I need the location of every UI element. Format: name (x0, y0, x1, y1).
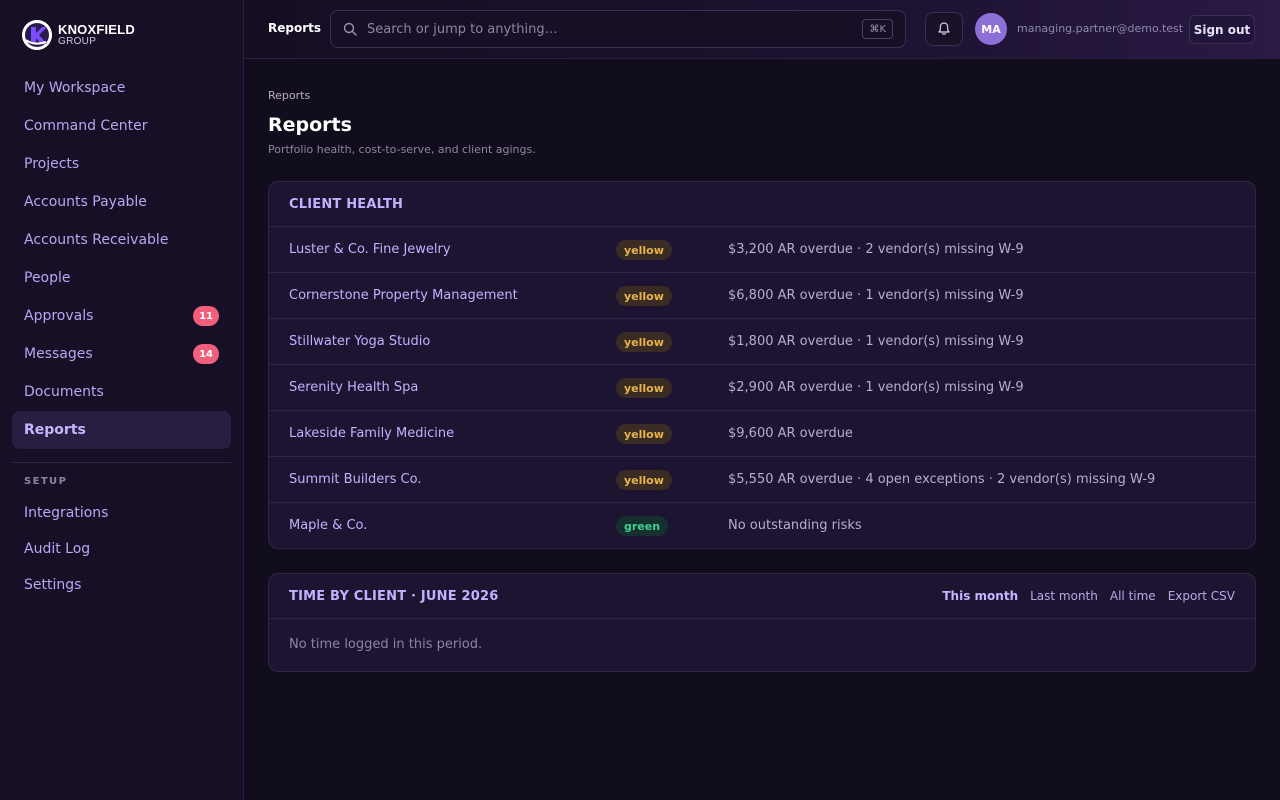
client-name[interactable]: Maple & Co. (289, 518, 367, 533)
sidebar-item-label: Command Center (24, 118, 148, 134)
global-search[interactable]: ⌘K (330, 10, 906, 48)
sidebar-item-people[interactable]: People (12, 259, 231, 297)
status-badge: yellow (616, 240, 672, 260)
sidebar-item-label: Accounts Receivable (24, 232, 169, 248)
page-title: Reports (268, 114, 352, 136)
setup-section-label: SETUP (24, 476, 68, 487)
sidebar-item-approvals[interactable]: Approvals 11 (12, 297, 231, 335)
time-by-client-header: TIME BY CLIENT · JUNE 2026 This month La… (269, 574, 1255, 619)
client-name[interactable]: Stillwater Yoga Studio (289, 334, 430, 349)
sidebar-item-reports[interactable]: Reports (12, 411, 231, 449)
sidebar-item-audit-log[interactable]: Audit Log (12, 531, 231, 567)
table-row[interactable]: Cornerstone Property Management yellow $… (269, 273, 1255, 319)
sidebar-item-my-workspace[interactable]: My Workspace (12, 69, 231, 107)
status-badge: green (616, 516, 669, 536)
sidebar-item-settings[interactable]: Settings (12, 567, 231, 603)
sidebar-item-projects[interactable]: Projects (12, 145, 231, 183)
empty-state-text: No time logged in this period. (289, 637, 483, 652)
sidebar-item-label: Accounts Payable (24, 194, 147, 210)
risk-summary: No outstanding risks (728, 518, 862, 533)
sidebar-item-accounts-payable[interactable]: Accounts Payable (12, 183, 231, 221)
search-icon (343, 22, 357, 36)
sidebar-item-label: Reports (24, 422, 86, 438)
client-name[interactable]: Cornerstone Property Management (289, 288, 518, 303)
main-nav: My Workspace Command Center Projects Acc… (12, 69, 231, 449)
client-health-title: CLIENT HEALTH (289, 196, 404, 212)
sidebar-item-label: My Workspace (24, 80, 126, 96)
sidebar-item-command-center[interactable]: Command Center (12, 107, 231, 145)
status-badge: yellow (616, 286, 672, 306)
status-badge: yellow (616, 378, 672, 398)
status-badge: yellow (616, 424, 672, 444)
brand-name: KNOXFIELD (58, 22, 135, 37)
sidebar-item-label: Settings (24, 577, 82, 593)
client-name[interactable]: Lakeside Family Medicine (289, 426, 454, 441)
sidebar-item-documents[interactable]: Documents (12, 373, 231, 411)
setup-nav: Integrations Audit Log Settings (12, 495, 231, 603)
time-by-client-title: TIME BY CLIENT · JUNE 2026 (289, 588, 499, 604)
client-health-card: CLIENT HEALTH Luster & Co. Fine Jewelry … (268, 181, 1256, 549)
tab-last-month[interactable]: Last month (1030, 589, 1098, 603)
client-name[interactable]: Serenity Health Spa (289, 380, 418, 395)
sidebar-item-label: Audit Log (24, 541, 91, 557)
messages-count-badge: 14 (193, 344, 219, 364)
client-name[interactable]: Summit Builders Co. (289, 472, 421, 487)
tab-all-time[interactable]: All time (1110, 589, 1156, 603)
sidebar-item-messages[interactable]: Messages 14 (12, 335, 231, 373)
table-row[interactable]: Summit Builders Co. yellow $5,550 AR ove… (269, 457, 1255, 503)
approvals-count-badge: 11 (193, 306, 219, 326)
tab-this-month[interactable]: This month (942, 589, 1018, 603)
sidebar-item-label: Approvals (24, 308, 94, 324)
table-row[interactable]: Stillwater Yoga Studio yellow $1,800 AR … (269, 319, 1255, 365)
sidebar-item-label: Messages (24, 346, 93, 362)
user-email: managing.partner@demo.test (1017, 22, 1184, 35)
export-csv-link[interactable]: Export CSV (1168, 589, 1235, 603)
topbar: Reports ⌘K MA managing.partner@demo.test… (244, 0, 1280, 59)
sidebar-item-accounts-receivable[interactable]: Accounts Receivable (12, 221, 231, 259)
user-avatar[interactable]: MA (975, 13, 1007, 45)
search-shortcut-hint: ⌘K (862, 19, 893, 39)
breadcrumb[interactable]: Reports (268, 89, 310, 102)
sidebar-item-label: People (24, 270, 71, 286)
table-row[interactable]: Luster & Co. Fine Jewelry yellow $3,200 … (269, 227, 1255, 273)
sidebar-item-label: Projects (24, 156, 80, 172)
client-health-header: CLIENT HEALTH (269, 182, 1255, 227)
brand-subtitle: GROUP (58, 36, 97, 47)
client-name[interactable]: Luster & Co. Fine Jewelry (289, 242, 451, 257)
sidebar-item-label: Integrations (24, 505, 109, 521)
table-row[interactable]: Maple & Co. green No outstanding risks (269, 503, 1255, 548)
page-subtitle: Portfolio health, cost-to-serve, and cli… (268, 143, 536, 156)
sidebar: KNOXFIELD GROUP My Workspace Command Cen… (0, 0, 244, 800)
risk-summary: $1,800 AR overdue · 1 vendor(s) missing … (728, 334, 1024, 349)
sign-out-button[interactable]: Sign out (1189, 15, 1255, 44)
bell-icon (938, 22, 950, 35)
status-badge: yellow (616, 332, 672, 352)
risk-summary: $6,800 AR overdue · 1 vendor(s) missing … (728, 288, 1024, 303)
search-input[interactable] (367, 21, 837, 37)
sidebar-item-label: Documents (24, 384, 104, 400)
risk-summary: $2,900 AR overdue · 1 vendor(s) missing … (728, 380, 1024, 395)
knoxfield-logo-icon (22, 20, 52, 50)
sidebar-item-integrations[interactable]: Integrations (12, 495, 231, 531)
time-by-client-card: TIME BY CLIENT · JUNE 2026 This month La… (268, 573, 1256, 672)
table-row[interactable]: Serenity Health Spa yellow $2,900 AR ove… (269, 365, 1255, 411)
table-row[interactable]: Lakeside Family Medicine yellow $9,600 A… (269, 411, 1255, 457)
topbar-title: Reports (268, 21, 322, 35)
period-tabs: This month Last month All time Export CS… (942, 589, 1235, 603)
risk-summary: $3,200 AR overdue · 2 vendor(s) missing … (728, 242, 1024, 257)
sidebar-divider (12, 462, 231, 463)
risk-summary: $9,600 AR overdue (728, 426, 853, 441)
status-badge: yellow (616, 470, 672, 490)
notifications-button[interactable] (925, 12, 963, 46)
risk-summary: $5,550 AR overdue · 4 open exceptions · … (728, 472, 1156, 487)
brand-logo[interactable]: KNOXFIELD GROUP (22, 19, 135, 51)
